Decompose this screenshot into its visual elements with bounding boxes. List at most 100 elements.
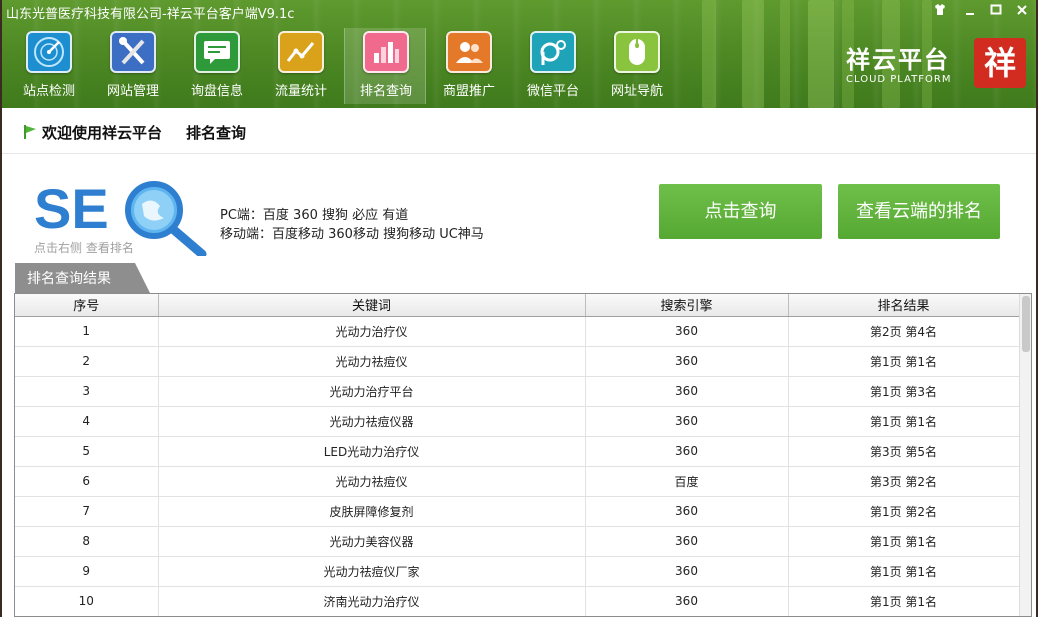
- users-icon: [446, 31, 492, 73]
- cell-keyword: 光动力祛痘仪器: [158, 406, 586, 437]
- toolbar-item-site-manage[interactable]: 网站管理: [92, 28, 174, 104]
- toolbar-item-nav[interactable]: 网址导航: [596, 28, 678, 104]
- toolbar-item-inquiry[interactable]: 询盘信息: [176, 28, 258, 104]
- results-tab[interactable]: 排名查询结果: [15, 263, 150, 293]
- cell-rank: 第1页 第3名: [788, 376, 1020, 407]
- scrollbar-thumb[interactable]: [1022, 296, 1030, 352]
- table-row[interactable]: 4 光动力祛痘仪器 360 第1页 第1名: [15, 406, 1020, 437]
- maximize-icon[interactable]: [988, 3, 1004, 19]
- cell-engine: 百度: [585, 466, 789, 497]
- column-header-index[interactable]: 序号: [15, 294, 159, 317]
- cell-engine: 360: [585, 586, 789, 616]
- cell-index: 1: [15, 316, 159, 347]
- cell-rank: 第1页 第2名: [788, 496, 1020, 527]
- cell-keyword: 光动力祛痘仪: [158, 466, 586, 497]
- cell-keyword: 光动力美容仪器: [158, 526, 586, 557]
- cell-rank: 第1页 第1名: [788, 526, 1020, 557]
- radar-icon: [26, 31, 72, 73]
- breadcrumb: 欢迎使用祥云平台 排名查询: [2, 108, 1036, 154]
- wechat-icon: [530, 31, 576, 73]
- cell-rank: 第2页 第4名: [788, 316, 1020, 347]
- table-row[interactable]: 2 光动力祛痘仪 360 第1页 第1名: [15, 346, 1020, 377]
- cell-rank: 第1页 第1名: [788, 556, 1020, 587]
- toolbar-label: 网站管理: [106, 84, 159, 99]
- trend-chart-icon: [278, 31, 324, 73]
- toolbar-label: 站点检测: [22, 84, 75, 99]
- mouse-icon: [614, 31, 660, 73]
- cell-keyword: 光动力治疗仪: [158, 316, 586, 347]
- cell-engine: 360: [585, 526, 789, 557]
- skin-icon[interactable]: [932, 3, 948, 19]
- cell-engine: 360: [585, 436, 789, 467]
- cell-engine: 360: [585, 496, 789, 527]
- results-tab-label: 排名查询结果: [27, 271, 111, 287]
- column-header-engine[interactable]: 搜索引擎: [585, 294, 789, 317]
- toolbar-label: 微信平台: [526, 84, 579, 99]
- cell-engine: 360: [585, 346, 789, 377]
- cell-index: 3: [15, 376, 159, 407]
- cell-index: 5: [15, 436, 159, 467]
- toolbar-item-site-check[interactable]: 站点检测: [8, 28, 90, 104]
- pc-engines-text: PC端：百度 360 搜狗 必应 有道: [220, 208, 409, 223]
- cell-index: 2: [15, 346, 159, 377]
- toolbar-label: 流量统计: [274, 84, 327, 99]
- table-scrollbar[interactable]: [1019, 294, 1031, 616]
- cell-index: 8: [15, 526, 159, 557]
- table-row[interactable]: 10 济南光动力治疗仪 360 第1页 第1名: [15, 586, 1020, 616]
- cell-rank: 第3页 第2名: [788, 466, 1020, 497]
- cell-index: 10: [15, 586, 159, 616]
- cell-keyword: 皮肤屏障修复剂: [158, 496, 586, 527]
- cell-index: 9: [15, 556, 159, 587]
- cell-keyword: LED光动力治疗仪: [158, 436, 586, 467]
- cell-engine: 360: [585, 556, 789, 587]
- table-row[interactable]: 7 皮肤屏障修复剂 360 第1页 第2名: [15, 496, 1020, 527]
- table-row[interactable]: 6 光动力祛痘仪 百度 第3页 第2名: [15, 466, 1020, 497]
- app-window: 山东光普医疗科技有限公司-祥云平台客户端V9.1c 站点检测 网站管理 询盘信息…: [2, 0, 1036, 617]
- seo-panel: SE 点击右侧 查看排名 PC端：百度 360 搜狗 必应 有道 移动端：百度移…: [2, 154, 1036, 264]
- cell-rank: 第1页 第1名: [788, 586, 1020, 616]
- brand-logo-text: 祥云平台: [846, 45, 950, 74]
- toolbar-item-wechat[interactable]: 微信平台: [512, 28, 594, 104]
- toolbar-label: 排名查询: [359, 84, 412, 99]
- toolbar-item-traffic[interactable]: 流量统计: [260, 28, 342, 104]
- table-row[interactable]: 3 光动力治疗平台 360 第1页 第3名: [15, 376, 1020, 407]
- cell-engine: 360: [585, 406, 789, 437]
- toolbar-label: 商盟推广: [442, 84, 495, 99]
- column-header-keyword[interactable]: 关键词: [158, 294, 586, 317]
- cell-keyword: 光动力祛痘仪: [158, 346, 586, 377]
- toolbar-item-alliance[interactable]: 商盟推广: [428, 28, 510, 104]
- toolbar-label: 网址导航: [610, 84, 663, 99]
- cell-rank: 第1页 第1名: [788, 346, 1020, 377]
- table-row[interactable]: 8 光动力美容仪器 360 第1页 第1名: [15, 526, 1020, 557]
- table-header-row: 序号 关键词 搜索引擎 排名结果: [15, 294, 1020, 317]
- breadcrumb-current: 排名查询: [186, 124, 247, 142]
- cell-keyword: 光动力治疗平台: [158, 376, 586, 407]
- toolbar-item-ranking[interactable]: 排名查询: [344, 28, 426, 104]
- cell-engine: 360: [585, 376, 789, 407]
- mobile-engines-text: 移动端：百度移动 360移动 搜狗移动 UC神马: [220, 227, 484, 242]
- header-bar: 山东光普医疗科技有限公司-祥云平台客户端V9.1c 站点检测 网站管理 询盘信息…: [2, 0, 1036, 108]
- close-icon[interactable]: [1014, 3, 1030, 19]
- tools-icon: [110, 31, 156, 73]
- table-row[interactable]: 9 光动力祛痘仪厂家 360 第1页 第1名: [15, 556, 1020, 587]
- cell-index: 4: [15, 406, 159, 437]
- message-icon: [194, 31, 240, 73]
- brand-logo-subtitle: CLOUD PLATFORM: [846, 74, 952, 85]
- cell-engine: 360: [585, 316, 789, 347]
- svg-text:SE: SE: [34, 177, 109, 240]
- bar-chart-icon: [363, 31, 409, 73]
- cell-rank: 第3页 第5名: [788, 436, 1020, 467]
- cell-index: 6: [15, 466, 159, 497]
- cell-index: 7: [15, 496, 159, 527]
- brand-logo: 祥云平台 CLOUD PLATFORM 祥: [840, 38, 1030, 92]
- column-header-rank[interactable]: 排名结果: [788, 294, 1020, 317]
- toolbar-label: 询盘信息: [190, 84, 243, 99]
- minimize-icon[interactable]: [962, 3, 978, 19]
- cell-rank: 第1页 第1名: [788, 406, 1020, 437]
- table-row[interactable]: 5 LED光动力治疗仪 360 第3页 第5名: [15, 436, 1020, 467]
- results-table: 序号 关键词 搜索引擎 排名结果 1 光动力治疗仪 360 第2页 第4名 2 光动力祛…: [14, 293, 1032, 617]
- window-title: 山东光普医疗科技有限公司-祥云平台客户端V9.1c: [6, 7, 295, 22]
- cloud-ranking-button[interactable]: 查看云端的排名: [838, 184, 1000, 239]
- table-row[interactable]: 1 光动力治疗仪 360 第2页 第4名: [15, 316, 1020, 347]
- query-button[interactable]: 点击查询: [659, 184, 822, 239]
